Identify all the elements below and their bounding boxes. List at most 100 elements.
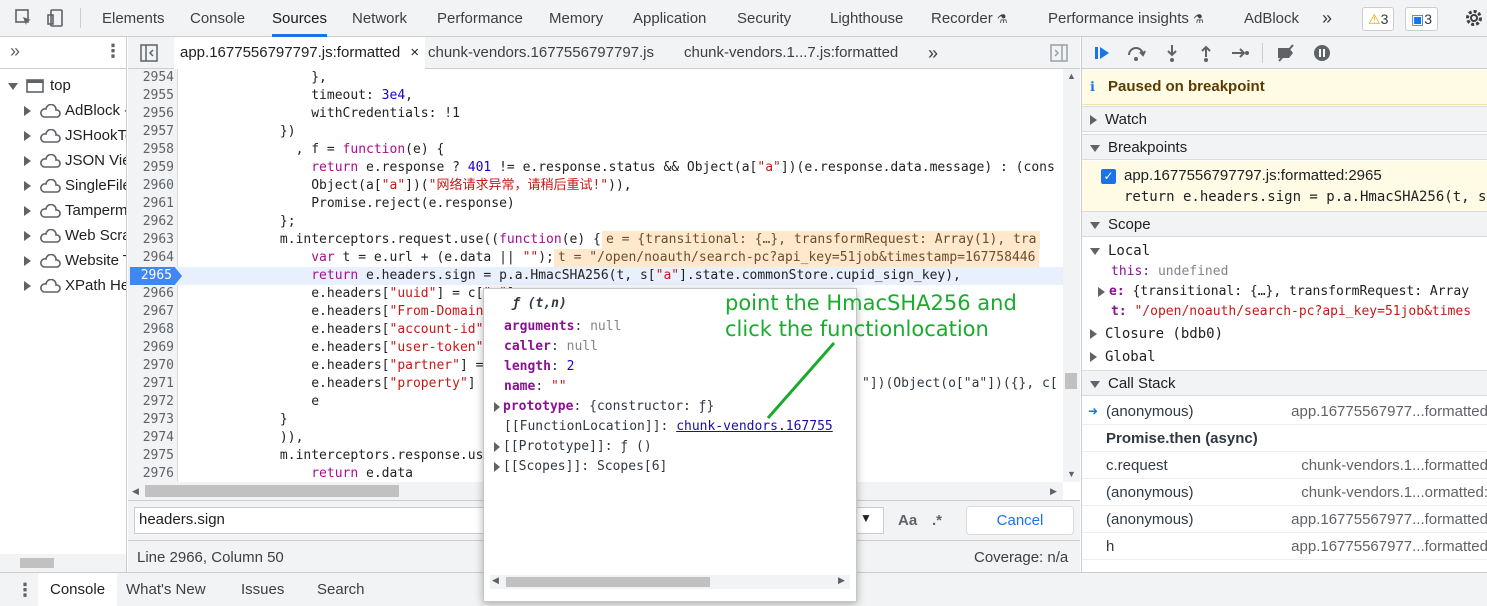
code-line[interactable]: 2954 },: [128, 69, 1063, 87]
code-line[interactable]: 2961 Promise.reject(e.response): [128, 195, 1063, 213]
popover-hscrollbar[interactable]: ◀ ▶: [490, 575, 850, 589]
search-dropdown-chevron-icon[interactable]: ▼: [860, 511, 872, 525]
step-over-icon[interactable]: [1126, 43, 1146, 63]
line-number[interactable]: 2960: [128, 177, 174, 195]
code-line[interactable]: 2956 withCredentials: !1: [128, 105, 1063, 123]
tab-performance[interactable]: Performance: [437, 0, 523, 37]
tree-item-top[interactable]: top: [8, 74, 71, 98]
inspect-element-icon[interactable]: [14, 8, 34, 28]
editor-tab-chunk-vendors[interactable]: chunk-vendors.1677556797797.js: [428, 37, 654, 69]
navigator-more-tabs-icon[interactable]: »: [10, 41, 20, 62]
drawer-tab-search[interactable]: Search: [317, 573, 365, 606]
line-number[interactable]: 2961: [128, 195, 174, 213]
code-line[interactable]: 2959 return e.response ? 401 != e.respon…: [128, 159, 1063, 177]
scroll-down-arrow-icon[interactable]: ▼: [1067, 469, 1076, 479]
popover-property[interactable]: [[Scopes]]: Scopes[6]: [494, 457, 667, 477]
tree-item-extension[interactable]: JSON View: [24, 149, 126, 173]
scroll-left-arrow-icon[interactable]: ◀: [492, 575, 499, 586]
popover-property[interactable]: arguments: null: [504, 317, 621, 337]
code-line[interactable]: 2957 }): [128, 123, 1063, 141]
code-line[interactable]: 2960 Object(a["a"])("网络请求异常，请稍后重试!")),: [128, 177, 1063, 195]
tab-application[interactable]: Application: [633, 0, 706, 37]
tree-item-extension[interactable]: Website T: [24, 249, 126, 273]
step-icon[interactable]: [1230, 43, 1250, 63]
popover-property[interactable]: prototype: {constructor: ƒ}: [494, 397, 714, 417]
scope-var-this[interactable]: this: undefined: [1111, 264, 1228, 279]
section-watch[interactable]: Watch: [1082, 106, 1487, 132]
breakpoint-marker[interactable]: 2965: [130, 267, 182, 285]
editor-vscrollbar[interactable]: ▲ ▼: [1063, 69, 1080, 482]
resume-icon[interactable]: [1092, 43, 1112, 63]
code-line[interactable]: 2965 return e.headers.sign = p.a.HmacSHA…: [128, 267, 1063, 285]
line-number[interactable]: 2971: [128, 375, 174, 393]
tree-item-extension[interactable]: SingleFile: [24, 174, 126, 198]
code-line[interactable]: 2958 , f = function(e) {: [128, 141, 1063, 159]
tab-network[interactable]: Network: [352, 0, 407, 37]
line-number[interactable]: 2954: [128, 69, 174, 87]
scope-var-t[interactable]: t: "/open/noauth/search-pc?api_key=51job…: [1111, 304, 1471, 319]
tab-memory[interactable]: Memory: [549, 0, 603, 37]
tree-item-extension[interactable]: Web Scrap: [24, 224, 126, 248]
scroll-right-arrow-icon[interactable]: ▶: [1050, 486, 1057, 497]
step-into-icon[interactable]: [1162, 43, 1182, 63]
navigator-scroll-thumb[interactable]: [20, 558, 54, 568]
tree-item-extension[interactable]: Tamperm: [24, 199, 126, 223]
line-number[interactable]: 2955: [128, 87, 174, 105]
popover-property[interactable]: [[Prototype]]: ƒ (): [494, 437, 652, 457]
scope-local[interactable]: Local: [1090, 243, 1150, 259]
line-number[interactable]: 2959: [128, 159, 174, 177]
line-number[interactable]: 2963: [128, 231, 174, 249]
scroll-left-arrow-icon[interactable]: ◀: [132, 486, 139, 497]
tree-item-extension[interactable]: AdBlock -: [24, 99, 126, 123]
device-toolbar-icon[interactable]: [46, 8, 66, 28]
drawer-tab-whats-new[interactable]: What's New: [126, 573, 206, 606]
toggle-debugger-icon[interactable]: [1050, 44, 1068, 62]
messages-badge[interactable]: ▣3: [1405, 7, 1439, 31]
line-number[interactable]: 2966: [128, 285, 174, 303]
popover-property[interactable]: name: "": [504, 377, 567, 397]
popover-property[interactable]: length: 2: [504, 357, 574, 377]
line-number[interactable]: 2969: [128, 339, 174, 357]
tab-elements[interactable]: Elements: [102, 0, 165, 37]
line-number[interactable]: 2974: [128, 429, 174, 447]
tab-recorder[interactable]: Recorder ⚗: [931, 0, 1008, 37]
call-frame[interactable]: c.request chunk-vendors.1...formatted: [1082, 452, 1487, 479]
line-number[interactable]: 2964: [128, 249, 174, 267]
toggle-navigator-icon[interactable]: [140, 44, 158, 62]
step-out-icon[interactable]: [1196, 43, 1216, 63]
scroll-up-arrow-icon[interactable]: ▲: [1067, 71, 1076, 81]
editor-vscroll-thumb[interactable]: [1065, 373, 1077, 389]
tab-adblock[interactable]: AdBlock: [1244, 0, 1299, 37]
regex-button[interactable]: .*: [932, 512, 942, 529]
line-number[interactable]: 2968: [128, 321, 174, 339]
line-number[interactable]: 2962: [128, 213, 174, 231]
more-editor-tabs-icon[interactable]: »: [928, 37, 938, 69]
line-number[interactable]: 2958: [128, 141, 174, 159]
breakpoint-checkbox[interactable]: ✓: [1101, 169, 1116, 184]
pause-on-exceptions-icon[interactable]: [1312, 43, 1332, 63]
call-frame-location[interactable]: app.16775567977...formatted: [1291, 398, 1487, 425]
section-scope[interactable]: Scope: [1082, 211, 1487, 237]
line-number[interactable]: 2956: [128, 105, 174, 123]
tree-item-extension[interactable]: XPath Hel: [24, 274, 126, 298]
line-number[interactable]: 2975: [128, 447, 174, 465]
call-frame-location[interactable]: app.16775567977...formatted: [1291, 533, 1487, 560]
cancel-search-button[interactable]: Cancel: [966, 506, 1074, 535]
tab-performance-insights[interactable]: Performance insights ⚗: [1048, 0, 1204, 37]
line-number[interactable]: 2967: [128, 303, 174, 321]
call-frame[interactable]: ➜ (anonymous) app.16775567977...formatted: [1082, 398, 1487, 425]
line-number[interactable]: 2957: [128, 123, 174, 141]
editor-hscroll-thumb[interactable]: [145, 485, 399, 497]
warnings-badge[interactable]: ⚠3: [1362, 7, 1395, 31]
scope-closure[interactable]: Closure (bdb0): [1090, 326, 1223, 342]
drawer-tab-console[interactable]: Console: [38, 573, 118, 606]
call-frame-location[interactable]: chunk-vendors.1...formatted: [1301, 452, 1487, 479]
more-tabs-chevron-icon[interactable]: »: [1322, 0, 1332, 37]
deactivate-breakpoints-icon[interactable]: [1276, 43, 1296, 63]
section-breakpoints[interactable]: Breakpoints: [1082, 134, 1487, 160]
drawer-menu-icon[interactable]: ⋮: [16, 580, 34, 601]
settings-gear-icon[interactable]: [1464, 8, 1484, 28]
tree-item-extension[interactable]: JSHookTo: [24, 124, 126, 148]
call-frame[interactable]: (anonymous) chunk-vendors.1...ormatted:: [1082, 479, 1487, 506]
popover-property[interactable]: caller: null: [504, 337, 598, 357]
